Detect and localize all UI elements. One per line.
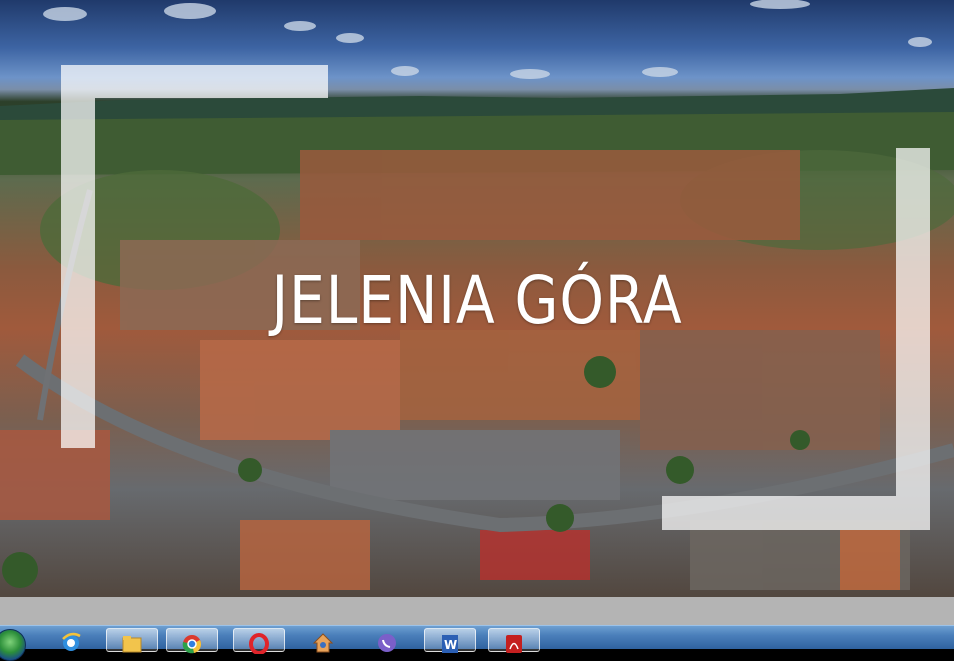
pdf-reader-icon xyxy=(506,635,522,653)
taskbar-viber[interactable] xyxy=(362,628,414,652)
chrome-icon xyxy=(182,635,202,654)
home-app-icon xyxy=(312,633,334,653)
viber-icon xyxy=(378,634,396,652)
start-button[interactable] xyxy=(0,629,26,661)
taskbar-word[interactable]: W xyxy=(424,628,476,653)
frame-bracket-top xyxy=(61,65,328,98)
taskbar-home-app[interactable] xyxy=(298,628,350,653)
page-title: JELENIA GÓRA xyxy=(271,262,683,339)
taskbar-internet-explorer[interactable] xyxy=(46,628,98,652)
taskbar-file-explorer[interactable] xyxy=(106,628,158,653)
frame-bracket-bottom xyxy=(662,496,930,530)
taskbar-opera[interactable] xyxy=(233,628,285,654)
svg-text:W: W xyxy=(444,638,457,652)
file-explorer-icon xyxy=(122,636,142,653)
taskbar-chrome[interactable] xyxy=(166,628,218,654)
taskbar: W xyxy=(0,625,954,661)
internet-explorer-icon xyxy=(62,632,81,651)
taskbar-pdf-reader[interactable] xyxy=(488,628,540,653)
opera-icon xyxy=(249,633,269,654)
gray-band xyxy=(0,597,954,625)
hero-banner: JELENIA GÓRA xyxy=(0,0,954,597)
word-icon: W xyxy=(442,635,458,653)
frame-bracket-right xyxy=(896,148,930,496)
